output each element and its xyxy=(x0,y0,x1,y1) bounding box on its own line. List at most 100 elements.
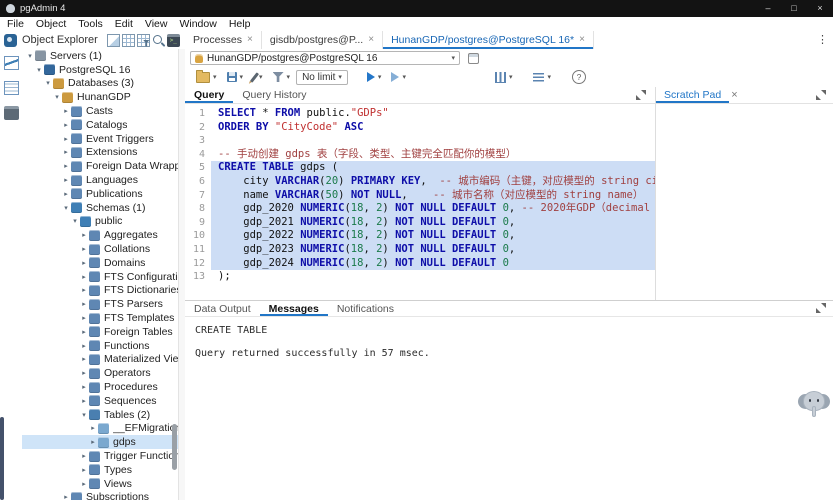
tree-item-operators[interactable]: ▸Operators xyxy=(22,366,178,380)
tree-item-types[interactable]: ▸Types xyxy=(22,463,178,477)
filtered-rows-icon[interactable] xyxy=(137,34,150,47)
collapse-icon[interactable]: ▾ xyxy=(34,66,44,74)
menu-object[interactable]: Object xyxy=(30,17,72,31)
code-line-10[interactable]: 10 gdp_2022 NUMERIC(18, 2) NOT NULL DEFA… xyxy=(185,229,655,243)
code-line-7[interactable]: 7 name VARCHAR(50) NOT NULL, -- 城市名称（对应模… xyxy=(185,189,655,203)
expand-icon[interactable]: ▸ xyxy=(79,286,89,294)
tab-notifications[interactable]: Notifications xyxy=(328,301,403,316)
tree-item-materialized-views[interactable]: ▸Materialized Views xyxy=(22,353,178,367)
menu-file[interactable]: File xyxy=(1,17,30,31)
collapse-icon[interactable]: ▾ xyxy=(43,79,53,87)
expand-icon[interactable]: ▸ xyxy=(79,231,89,239)
view-data-icon[interactable] xyxy=(122,34,135,47)
macros-button[interactable]: ▾ xyxy=(529,69,555,85)
code-line-2[interactable]: 2ORDER BY "CityCode" ASC xyxy=(185,121,655,135)
scratch-pad-expand-icon[interactable] xyxy=(816,90,826,100)
execute-script-button[interactable]: ▾ xyxy=(387,69,410,85)
menu-window[interactable]: Window xyxy=(173,17,222,31)
expand-icon[interactable]: ▸ xyxy=(79,273,89,281)
dashboard-icon[interactable] xyxy=(4,56,19,70)
connection-select[interactable]: HunanGDP/postgres@PostgreSQL 16 ▾ xyxy=(190,51,460,65)
new-connection-icon[interactable] xyxy=(468,53,479,64)
code-line-13[interactable]: 13); xyxy=(185,270,655,284)
tree-item-hunangdp[interactable]: ▾HunanGDP xyxy=(22,90,178,104)
close-tab-icon[interactable]: × xyxy=(247,35,253,45)
open-file-button[interactable]: ▾ xyxy=(192,69,221,85)
expand-icon[interactable]: ▸ xyxy=(79,466,89,474)
psql-tool-icon[interactable] xyxy=(167,34,180,47)
tree-item-procedures[interactable]: ▸Procedures xyxy=(22,380,178,394)
tree-item-collations[interactable]: ▸Collations xyxy=(22,242,178,256)
tree-item-postgresql-16[interactable]: ▾PostgreSQL 16 xyxy=(22,63,178,77)
expand-icon[interactable]: ▸ xyxy=(79,245,89,253)
close-button[interactable]: × xyxy=(807,0,833,17)
tree-item-functions[interactable]: ▸Functions xyxy=(22,339,178,353)
tree-item-trigger-functions[interactable]: ▸Trigger Functions xyxy=(22,449,178,463)
explain-button[interactable]: ▾ xyxy=(491,69,517,85)
search-objects-icon[interactable] xyxy=(152,34,165,47)
tree-item-fts-dictionaries[interactable]: ▸FTS Dictionaries xyxy=(22,284,178,298)
menu-view[interactable]: View xyxy=(139,17,174,31)
tree-item-tables-2[interactable]: ▾Tables (2) xyxy=(22,408,178,422)
expand-icon[interactable]: ▸ xyxy=(79,369,89,377)
tree-item-efmigrationshis[interactable]: ▸__EFMigrationsHis... xyxy=(22,422,178,436)
code-line-11[interactable]: 11 gdp_2023 NUMERIC(18, 2) NOT NULL DEFA… xyxy=(185,243,655,257)
tree-item-catalogs[interactable]: ▸Catalogs xyxy=(22,118,178,132)
tree-item-fts-configurations[interactable]: ▸FTS Configurations xyxy=(22,270,178,284)
expand-icon[interactable]: ▸ xyxy=(79,480,89,488)
code-line-9[interactable]: 9 gdp_2021 NUMERIC(18, 2) NOT NULL DEFAU… xyxy=(185,216,655,230)
close-icon[interactable]: × xyxy=(731,89,737,101)
expand-icon[interactable]: ▸ xyxy=(79,328,89,336)
code-line-5[interactable]: 5CREATE TABLE gdps ( xyxy=(185,161,655,175)
expand-icon[interactable]: ▸ xyxy=(61,176,71,184)
tree-scrollbar[interactable] xyxy=(172,424,177,470)
menu-tools[interactable]: Tools xyxy=(72,17,109,31)
filter-button[interactable]: ▾ xyxy=(269,69,295,85)
help-button[interactable] xyxy=(568,69,590,85)
tree-item-fts-templates[interactable]: ▸FTS Templates xyxy=(22,311,178,325)
code-line-3[interactable]: 3 xyxy=(185,134,655,148)
menu-edit[interactable]: Edit xyxy=(109,17,139,31)
close-tab-icon[interactable]: × xyxy=(368,35,374,45)
tab-hunangdp-postgres-postgresql-16[interactable]: HunanGDP/postgres@PostgreSQL 16*× xyxy=(383,31,594,49)
save-file-button[interactable]: ▾ xyxy=(223,69,248,85)
row-limit-select[interactable]: No limit▾ xyxy=(296,70,348,85)
code-line-12[interactable]: 12 gdp_2024 NUMERIC(18, 2) NOT NULL DEFA… xyxy=(185,257,655,271)
output-expand-icon[interactable] xyxy=(816,303,826,313)
expand-icon[interactable]: ▸ xyxy=(79,314,89,322)
tree-item-languages[interactable]: ▸Languages xyxy=(22,173,178,187)
expand-icon[interactable]: ▸ xyxy=(61,148,71,156)
edit-button[interactable]: ▾ xyxy=(249,69,267,85)
tree-item-servers-1[interactable]: ▾Servers (1) xyxy=(22,49,178,63)
tree-item-databases-3[interactable]: ▾Databases (3) xyxy=(22,77,178,91)
tree-item-schemas-1[interactable]: ▾Schemas (1) xyxy=(22,201,178,215)
code-line-4[interactable]: 4-- 手动创建 gdps 表（字段、类型、主键完全匹配你的模型） xyxy=(185,148,655,162)
execute-button[interactable]: ▾ xyxy=(363,69,386,85)
code-line-6[interactable]: 6 city VARCHAR(20) PRIMARY KEY, -- 城市编码（… xyxy=(185,175,655,189)
tree-item-fts-parsers[interactable]: ▸FTS Parsers xyxy=(22,297,178,311)
tab-query[interactable]: Query xyxy=(185,87,233,103)
expand-icon[interactable]: ▸ xyxy=(61,135,71,143)
tree-item-publications[interactable]: ▸Publications xyxy=(22,187,178,201)
tree-item-foreign-data-wrappers[interactable]: ▸Foreign Data Wrappers xyxy=(22,159,178,173)
tree-item-public[interactable]: ▾public xyxy=(22,215,178,229)
code-line-8[interactable]: 8 gdp_2020 NUMERIC(18, 2) NOT NULL DEFAU… xyxy=(185,202,655,216)
expand-icon[interactable]: ▸ xyxy=(61,121,71,129)
sql-icon[interactable] xyxy=(4,106,19,120)
collapse-icon[interactable]: ▾ xyxy=(25,52,35,60)
expand-icon[interactable]: ▸ xyxy=(79,383,89,391)
query-tool-icon[interactable] xyxy=(107,34,120,47)
expand-icon[interactable]: ▸ xyxy=(88,424,98,432)
collapse-icon[interactable]: ▾ xyxy=(79,411,89,419)
expand-icon[interactable]: ▸ xyxy=(79,355,89,363)
minimize-button[interactable]: – xyxy=(755,0,781,17)
scratch-pad-tab[interactable]: Scratch Pad xyxy=(656,87,729,103)
expand-icon[interactable]: ▸ xyxy=(61,190,71,198)
expand-icon[interactable]: ▸ xyxy=(61,493,71,500)
tree-item-subscriptions[interactable]: ▸Subscriptions xyxy=(22,491,178,500)
pgadmin-mascot[interactable] xyxy=(798,390,830,420)
expand-icon[interactable]: ▸ xyxy=(79,397,89,405)
tree-item-casts[interactable]: ▸Casts xyxy=(22,104,178,118)
collapse-icon[interactable]: ▾ xyxy=(61,204,71,212)
maximize-button[interactable]: □ xyxy=(781,0,807,17)
